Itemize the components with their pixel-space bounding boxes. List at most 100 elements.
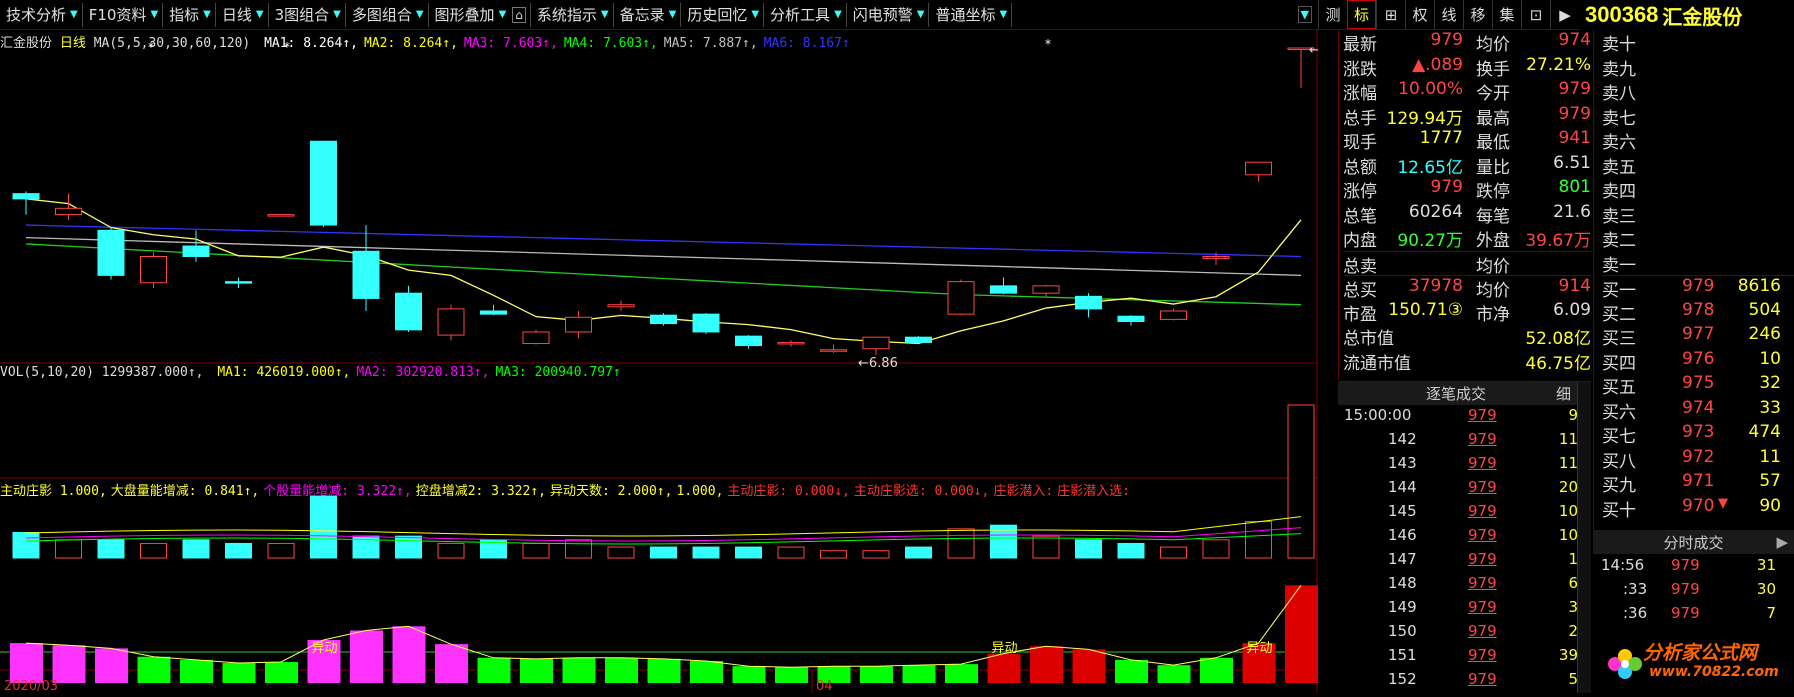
quote-label-2: 均价	[1476, 35, 1510, 55]
dropdown-arrow-icon: ▼	[916, 9, 925, 20]
toolbar-label: 闪电预警	[852, 6, 913, 24]
trade-volume: 10	[1558, 502, 1578, 520]
trade-price: 979	[1468, 598, 1497, 616]
buy-label: 买十	[1602, 500, 1636, 521]
volume-bar	[140, 542, 167, 559]
trade-volume: 11	[1558, 454, 1578, 472]
buy-volume: 90	[1759, 495, 1781, 516]
indicator-bar	[1115, 659, 1148, 683]
sell-row: 卖九	[1602, 55, 1794, 80]
chart-area[interactable]: ←9.79←6.86***异动异动异动2020/0304 汇金股份 日线 MA(…	[0, 30, 1349, 694]
date-label-mid: 04	[816, 679, 833, 693]
indicator-part-7: 主动庄影选: 0.000↓,	[853, 484, 990, 499]
buy-price: 970	[1682, 495, 1715, 516]
quote-label: 涨幅	[1343, 84, 1377, 104]
toolbar-button-5[interactable]: 多图组合 ▼	[346, 2, 429, 27]
quote-value-2: 27.21%	[1526, 54, 1591, 75]
toolbar-button-4[interactable]: 3图组合 ▼	[269, 2, 346, 27]
quote-row: 现手 1777 最低 941	[1343, 128, 1591, 153]
quote-row: 总市值 52.08亿	[1343, 324, 1591, 349]
indicator-legend: 主动庄影 1.000, 大盘量能增减: 0.841↑, 个股量能增减: 3.322↑…	[0, 480, 1134, 499]
right-tab-4[interactable]: 线	[1434, 0, 1463, 29]
toolbar-button-3[interactable]: 日线 ▼	[216, 2, 269, 27]
trade-time: 15:00:00	[1344, 406, 1412, 424]
indicator-bar	[137, 656, 171, 683]
right-tab-7[interactable]: ⊡	[1521, 0, 1550, 29]
trades-scrollbar[interactable]	[1577, 382, 1591, 693]
sell-label: 卖六	[1602, 133, 1636, 153]
quote-label: 总市值	[1343, 329, 1394, 349]
toolbar-button-10[interactable]: 分析工具 ▼	[764, 2, 847, 27]
quote-panel: 最新 979 均价 974 涨跌 ▲.089 换手 27.21% 涨幅 10.00% 今开 979 总手…	[1338, 30, 1591, 380]
quote-value: 37978	[1408, 276, 1463, 296]
quote-label-2: 均价	[1476, 281, 1510, 301]
right-tab-0[interactable]: 测	[1318, 0, 1347, 29]
volume-bar	[267, 542, 295, 559]
quote-row: 总买 37978 均价 914	[1343, 275, 1591, 301]
trades-detail-button[interactable]: 细	[1556, 383, 1571, 404]
buy-row: 买十 970 ▼ 90	[1602, 495, 1794, 521]
sell-row: 卖四	[1602, 177, 1794, 202]
vol-value: 1299387.000↑,	[101, 365, 204, 380]
vol-ma-value-1: MA1: 426019.000↑,	[217, 365, 351, 380]
buy-volume: 10	[1759, 348, 1781, 369]
kline-chart-svg[interactable]: ←9.79←6.86***异动异动异动2020/0304	[0, 30, 1349, 694]
dropdown-arrow-icon: ▼	[255, 9, 264, 20]
quote-row: 市盈 150.71③ 市净 6.09	[1343, 300, 1591, 325]
stock-code: 300368	[1585, 2, 1659, 27]
lock-icon[interactable]: ⌂	[512, 6, 526, 23]
right-tab-2[interactable]: ⊞	[1376, 0, 1405, 29]
quote-label-2: 每笔	[1476, 206, 1510, 227]
indicator-bar	[562, 657, 596, 683]
toolbar-button-1[interactable]: F10资料 ▼	[83, 2, 164, 27]
toolbar-button-0[interactable]: 技术分析 ▼	[0, 2, 83, 27]
quote-value: 1777	[1419, 128, 1463, 148]
right-tab-1[interactable]: 标	[1347, 0, 1376, 29]
right-tab-6[interactable]: 集	[1492, 0, 1521, 29]
minute-time: :33	[1623, 580, 1648, 598]
volume-bar	[692, 546, 720, 559]
toolbar-button-9[interactable]: 历史回忆 ▼	[681, 2, 765, 27]
indicator-line	[25, 585, 1302, 668]
quote-label: 流通市值	[1343, 353, 1411, 374]
right-tab-3[interactable]: 权	[1405, 0, 1434, 29]
volume-bar	[1032, 535, 1060, 559]
quote-label-2: 今开	[1476, 84, 1510, 104]
indicator-bar	[690, 660, 723, 683]
price-chart-legend: 汇金股份 日线 MA(5,5,30,30,60,120) MA1: 8.264↑…	[0, 32, 850, 51]
toolbar-label: 指标	[169, 6, 200, 24]
indicator-bar	[222, 663, 256, 683]
volume-bar	[1075, 539, 1102, 559]
buy-price: 971	[1682, 471, 1715, 491]
buy-row: 买三 977 246	[1602, 324, 1794, 349]
toolbar-scroll-down-icon[interactable]: ▼	[1297, 6, 1312, 23]
quote-row: 总额 12.65亿 量比 6.51	[1343, 153, 1591, 178]
candle-body	[947, 281, 975, 315]
toolbar-label: 图形叠加	[434, 6, 495, 24]
toolbar-button-7[interactable]: 系统指示 ▼	[531, 2, 614, 27]
ma-value-5: MA5: 7.887↑,	[663, 36, 758, 51]
quote-row: 涨幅 10.00% 今开 979	[1343, 79, 1591, 104]
right-tab-5[interactable]: 移	[1463, 0, 1492, 29]
toolbar-button-6[interactable]: 图形叠加 ▼ ⌂	[429, 2, 531, 27]
ma-value-6: MA6: 8.167↑	[763, 36, 850, 51]
volume-bar	[777, 546, 805, 559]
toolbar-button-2[interactable]: 指标 ▼	[163, 2, 216, 27]
buy-label: 买四	[1602, 353, 1636, 374]
toolbar-button-11[interactable]: 闪电预警 ▼	[847, 2, 930, 27]
toolbar-button-12[interactable]: 普通坐标 ▼	[929, 2, 1013, 27]
toolbar-button-8[interactable]: 备忘录 ▼	[614, 2, 682, 27]
volume-bar	[1117, 542, 1145, 559]
indicator-bar	[647, 658, 681, 683]
candle-body	[862, 336, 890, 350]
indicator-bar	[10, 643, 43, 683]
indicator-bar	[435, 644, 468, 683]
quote-value: 10.00%	[1398, 79, 1463, 99]
volume-bar	[182, 539, 210, 559]
trade-time: 152	[1388, 670, 1417, 688]
trades-title: 逐笔成交	[1426, 385, 1487, 403]
minute-next-icon[interactable]: ▶	[1776, 533, 1788, 551]
quote-label-2: 最高	[1476, 108, 1510, 129]
sell-row: 卖五	[1602, 153, 1794, 178]
right-tab-8[interactable]: ▶	[1550, 0, 1579, 29]
